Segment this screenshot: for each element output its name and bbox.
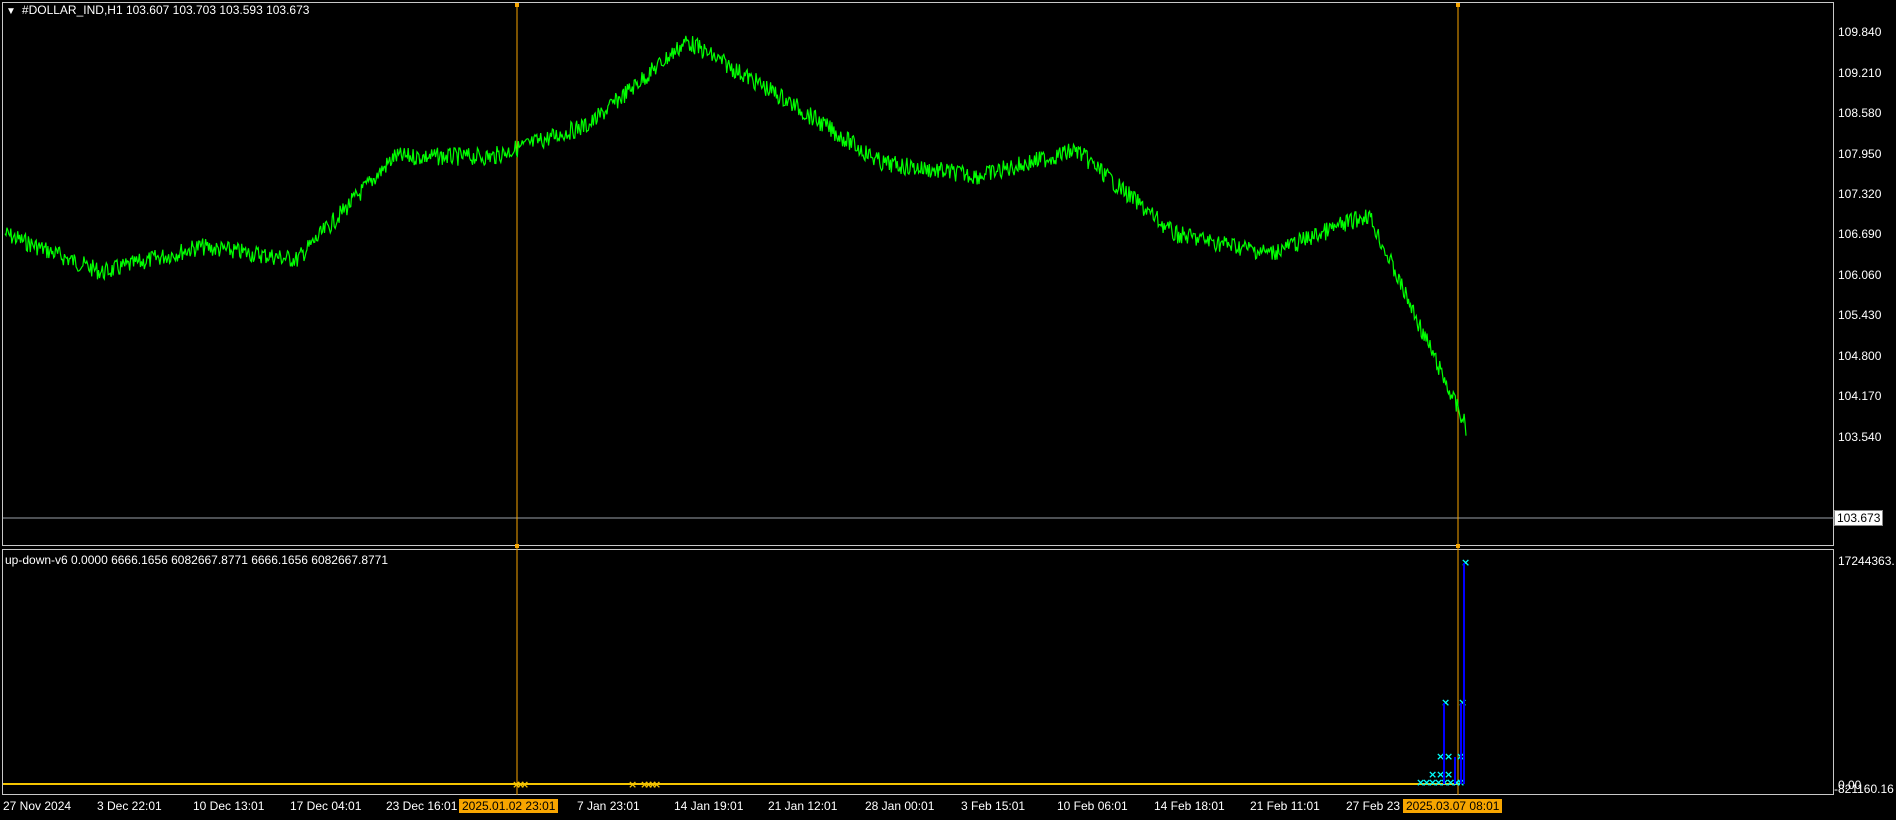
indicator-x-mark: × <box>1441 696 1450 709</box>
indicator-marks: ××××××××××××××××××××××××× <box>512 556 1470 791</box>
vline-handle <box>515 544 519 548</box>
indicator-axis-min: -821160.16 <box>1834 782 1894 796</box>
price-tick-label: 109.840 <box>1838 25 1882 39</box>
vline-handle <box>515 3 519 7</box>
time-tick-label: 21 Feb 11:01 <box>1250 799 1320 813</box>
price-tick-label: 105.430 <box>1838 308 1882 322</box>
indicator-x-mark: × <box>520 778 529 791</box>
time-tick-label: 23 Dec 16:01 <box>386 799 458 813</box>
time-tick-label: 28 Jan 00:01 <box>865 799 935 813</box>
price-tick-label: 106.690 <box>1838 227 1882 241</box>
price-tick-label: 106.060 <box>1838 268 1882 282</box>
time-tick-label: 14 Feb 18:01 <box>1154 799 1225 813</box>
indicator-axis-top: 17244363. <box>1838 554 1895 568</box>
chart-title: ▼ #DOLLAR_IND,H1 103.607 103.703 103.593 … <box>6 3 310 17</box>
vline-handle <box>1456 544 1460 548</box>
price-tick-label: 107.950 <box>1838 147 1882 161</box>
price-tick-label: 104.800 <box>1838 349 1882 363</box>
indicator-x-mark: × <box>652 778 661 791</box>
time-tick-label: 14 Jan 19:01 <box>674 799 744 813</box>
price-tick-label: 104.170 <box>1838 389 1882 403</box>
time-tick-label: 27 Nov 2024 <box>3 799 72 813</box>
time-tick-label: 3 Dec 22:01 <box>97 799 162 813</box>
collapse-triangle-icon[interactable]: ▼ <box>6 6 16 17</box>
time-tick-label: 10 Dec 13:01 <box>193 799 265 813</box>
time-tick-label: 7 Jan 23:01 <box>577 799 640 813</box>
price-tick-label: 109.210 <box>1838 66 1882 80</box>
time-tick-label: 10 Feb 06:01 <box>1057 799 1128 813</box>
indicator-title: up-down-v6 0.0000 6666.1656 6082667.8771… <box>5 553 389 567</box>
price-tick-label: 103.540 <box>1838 430 1882 444</box>
time-tick-label: 2025.01.02 23:01 <box>459 799 559 813</box>
time-tick-label: 21 Jan 12:01 <box>768 799 838 813</box>
indicator-x-mark: × <box>1461 556 1470 569</box>
price-tick-label: 107.320 <box>1838 187 1882 201</box>
price-series-line <box>4 35 1467 436</box>
time-tick-label: 17 Dec 04:01 <box>290 799 362 813</box>
price-tick-label: 108.580 <box>1838 106 1882 120</box>
time-tick-label: 27 Feb 23 <box>1346 799 1401 813</box>
indicator-x-mark: × <box>1444 750 1453 763</box>
time-tick-label: 3 Feb 15:01 <box>961 799 1026 813</box>
indicator-x-mark: × <box>1458 696 1467 709</box>
vline-handle <box>1456 3 1460 7</box>
current-price-label: 103.673 <box>1834 510 1884 526</box>
chart-graphics: ××××××××××××××××××××××××× <box>3 3 1834 795</box>
indicator-x-mark: × <box>1444 768 1453 781</box>
time-tick-label: 2025.03.07 08:01 <box>1403 799 1503 813</box>
indicator-x-mark: × <box>628 778 637 791</box>
